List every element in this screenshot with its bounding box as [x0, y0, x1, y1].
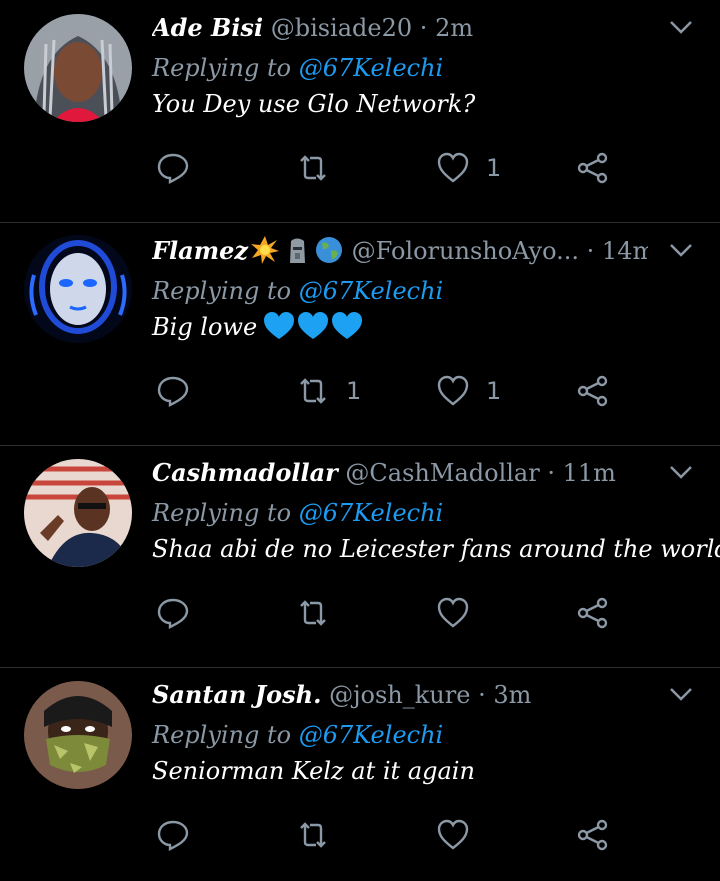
tweet-header: Flamez @FolorunshoAyo... · 14m — [152, 233, 648, 269]
retweet-icon — [300, 822, 326, 848]
retweet-count: 1 — [346, 377, 362, 405]
tweet-actions: 1 — [152, 148, 632, 188]
tweet-text: Shaa abi de no Leicester fans around the… — [152, 535, 720, 563]
tweet-text: You Dey use Glo Network? — [152, 90, 476, 118]
retweet-icon — [300, 378, 326, 404]
timestamp[interactable]: 11m — [563, 459, 616, 487]
timestamp[interactable]: 3m — [493, 681, 531, 709]
share-icon — [577, 819, 608, 851]
separator-dot: · — [586, 237, 595, 265]
tweet-2[interactable]: Flamez @FolorunshoAyo... · 14m Replying … — [0, 223, 720, 446]
reply-icon — [157, 598, 189, 629]
retweet-icon — [300, 600, 326, 626]
share-button[interactable] — [576, 148, 610, 188]
display-name[interactable]: Flamez — [152, 236, 248, 265]
display-name[interactable]: Santan Josh. — [152, 680, 321, 709]
reply-icon — [157, 376, 189, 407]
replying-to: Replying to @67Kelechi — [152, 50, 443, 86]
share-icon — [577, 597, 608, 629]
chevron-down-icon[interactable] — [668, 241, 694, 259]
mention-link[interactable]: @67Kelechi — [299, 277, 443, 305]
share-button[interactable] — [576, 815, 610, 855]
heart-icon — [437, 375, 469, 406]
globe-emoji-icon — [316, 237, 342, 263]
share-button[interactable] — [576, 371, 610, 411]
reply-icon — [157, 820, 189, 851]
tweet-actions — [152, 815, 632, 855]
tweet-header: Santan Josh. @josh_kure · 3m — [152, 677, 648, 713]
avatar[interactable] — [24, 14, 132, 122]
separator-dot: · — [478, 681, 486, 709]
like-button[interactable] — [436, 815, 486, 855]
share-button[interactable] — [576, 593, 610, 633]
display-name[interactable]: Cashmadollar — [152, 458, 338, 487]
reply-button[interactable] — [156, 371, 190, 411]
mention-link[interactable]: @67Kelechi — [299, 499, 443, 527]
reply-button[interactable] — [156, 148, 190, 188]
separator-dot: · — [419, 14, 428, 42]
mention-link[interactable]: @67Kelechi — [299, 721, 443, 749]
tweet-actions: 1 1 — [152, 371, 632, 411]
moai-emoji-icon — [290, 238, 305, 263]
explosion-emoji-icon — [251, 236, 279, 264]
like-button[interactable] — [436, 593, 486, 633]
user-handle[interactable]: @CashMadollar — [345, 459, 539, 487]
like-count: 1 — [486, 154, 502, 182]
reply-feed: Ade Bisi @bisiade20 · 2m Replying to @67… — [0, 0, 720, 881]
display-name[interactable]: Ade Bisi — [152, 13, 263, 42]
retweet-button[interactable]: 1 — [296, 371, 361, 411]
separator-dot: · — [547, 459, 555, 487]
tweet-header: Cashmadollar @CashMadollar · 11m — [152, 455, 648, 491]
avatar[interactable] — [24, 459, 132, 567]
retweet-button[interactable] — [296, 593, 346, 633]
replying-prefix: Replying to — [152, 277, 292, 305]
chevron-down-icon[interactable] — [668, 463, 694, 481]
tweet-3[interactable]: Cashmadollar @CashMadollar · 11m Replyin… — [0, 445, 720, 668]
replying-prefix: Replying to — [152, 721, 292, 749]
share-icon — [577, 152, 608, 184]
retweet-button[interactable] — [296, 815, 346, 855]
chevron-down-icon[interactable] — [668, 685, 694, 703]
timestamp[interactable]: 2m — [435, 14, 473, 42]
share-icon — [577, 375, 608, 407]
like-button[interactable]: 1 — [436, 371, 501, 411]
blue-hearts-emoji — [263, 311, 363, 351]
tweet-text-content: Big lowe — [152, 313, 258, 341]
retweet-icon — [300, 155, 326, 181]
user-handle[interactable]: @josh_kure — [329, 681, 470, 709]
tweet-4[interactable]: Santan Josh. @josh_kure · 3m Replying to… — [0, 667, 720, 881]
tweet-text: Seniorman Kelz at it again — [152, 757, 475, 785]
heart-icon — [437, 152, 469, 183]
avatar[interactable] — [24, 681, 132, 789]
reply-icon — [157, 153, 189, 184]
like-count: 1 — [486, 377, 502, 405]
replying-to: Replying to @67Kelechi — [152, 273, 443, 309]
replying-to: Replying to @67Kelechi — [152, 717, 443, 753]
user-handle[interactable]: @bisiade20 — [271, 14, 412, 42]
tweet-1[interactable]: Ade Bisi @bisiade20 · 2m Replying to @67… — [0, 0, 720, 223]
replying-prefix: Replying to — [152, 499, 292, 527]
tweet-actions — [152, 593, 632, 633]
timestamp[interactable]: 14m — [602, 237, 648, 265]
reply-button[interactable] — [156, 593, 190, 633]
replying-prefix: Replying to — [152, 54, 292, 82]
like-button[interactable]: 1 — [436, 148, 501, 188]
replying-to: Replying to @67Kelechi — [152, 495, 443, 531]
avatar[interactable] — [24, 235, 132, 343]
reply-button[interactable] — [156, 815, 190, 855]
chevron-down-icon[interactable] — [668, 18, 694, 36]
tweet-header: Ade Bisi @bisiade20 · 2m — [152, 10, 648, 46]
user-handle[interactable]: @FolorunshoAyo... — [352, 237, 579, 265]
retweet-button[interactable] — [296, 148, 346, 188]
tweet-text: Big lowe — [152, 309, 363, 351]
heart-icon — [437, 819, 469, 850]
heart-icon — [437, 597, 469, 628]
mention-link[interactable]: @67Kelechi — [299, 54, 443, 82]
blue-heart-icon — [264, 312, 363, 339]
